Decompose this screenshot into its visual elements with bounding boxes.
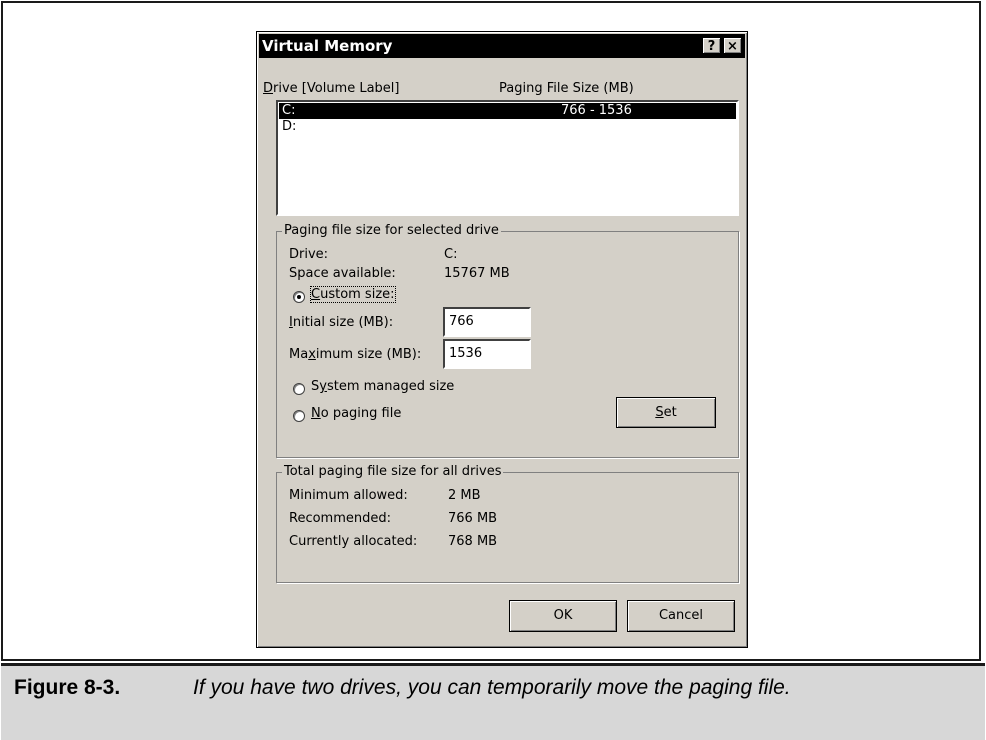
system-managed-radio[interactable] bbox=[293, 383, 305, 395]
caption-text: If you have two drives, you can temporar… bbox=[193, 676, 791, 699]
custom-size-label[interactable]: Custom size: bbox=[310, 286, 396, 303]
drive-column-header: Drive [Volume Label] bbox=[263, 81, 400, 96]
minimum-allowed-label: Minimum allowed: bbox=[289, 488, 408, 503]
space-available-value: 15767 MB bbox=[444, 266, 510, 281]
no-paging-file-radio[interactable] bbox=[293, 410, 305, 422]
virtual-memory-dialog: Virtual Memory ? × Drive [Volume Label] … bbox=[256, 31, 748, 648]
selected-drive-group: Paging file size for selected drive Driv… bbox=[276, 223, 739, 458]
custom-size-radio[interactable] bbox=[293, 291, 305, 303]
currently-allocated-value: 768 MB bbox=[448, 534, 498, 549]
no-paging-file-label[interactable]: No paging file bbox=[311, 406, 401, 421]
drive-value: C: bbox=[444, 247, 458, 262]
system-managed-label[interactable]: System managed size bbox=[311, 379, 454, 394]
initial-size-input[interactable]: 766 bbox=[443, 307, 531, 337]
recommended-label: Recommended: bbox=[289, 511, 391, 526]
currently-allocated-label: Currently allocated: bbox=[289, 534, 418, 549]
drive-paging-size: 766 - 1536 bbox=[561, 103, 632, 118]
paging-size-column-header: Paging File Size (MB) bbox=[499, 81, 634, 96]
figure-frame: Virtual Memory ? × Drive [Volume Label] … bbox=[1, 1, 981, 661]
minimum-allowed-value: 2 MB bbox=[448, 488, 481, 503]
maximum-size-input[interactable]: 1536 bbox=[443, 339, 531, 369]
cancel-button[interactable]: Cancel bbox=[627, 600, 735, 632]
drive-letter: D: bbox=[282, 119, 297, 134]
ok-button[interactable]: OK bbox=[509, 600, 617, 632]
help-button[interactable]: ? bbox=[702, 37, 721, 54]
drive-letter: C: bbox=[282, 103, 296, 118]
drive-label: Drive: bbox=[289, 247, 329, 262]
figure-number: Figure 8-3. bbox=[14, 676, 121, 699]
totals-legend: Total paging file size for all drives bbox=[282, 464, 504, 479]
figure-caption: Figure 8-3. If you have two drives, you … bbox=[1, 663, 985, 740]
selected-drive-legend: Paging file size for selected drive bbox=[282, 223, 501, 238]
drive-list[interactable]: C: 766 - 1536 D: bbox=[276, 100, 739, 216]
drive-row-c[interactable]: C: 766 - 1536 bbox=[279, 103, 736, 119]
title-bar: Virtual Memory ? × bbox=[259, 34, 745, 58]
space-available-label: Space available: bbox=[289, 266, 396, 281]
recommended-value: 766 MB bbox=[448, 511, 498, 526]
drive-row-d[interactable]: D: bbox=[279, 119, 736, 135]
drive-column-header-rest: rive [Volume Label] bbox=[273, 81, 400, 96]
totals-group: Total paging file size for all drives Mi… bbox=[276, 464, 739, 583]
close-button[interactable]: × bbox=[723, 37, 742, 54]
initial-size-label: Initial size (MB): bbox=[289, 315, 394, 330]
maximum-size-label: Maximum size (MB): bbox=[289, 347, 422, 362]
dialog-title: Virtual Memory bbox=[262, 37, 393, 55]
set-button[interactable]: Set bbox=[616, 397, 716, 428]
